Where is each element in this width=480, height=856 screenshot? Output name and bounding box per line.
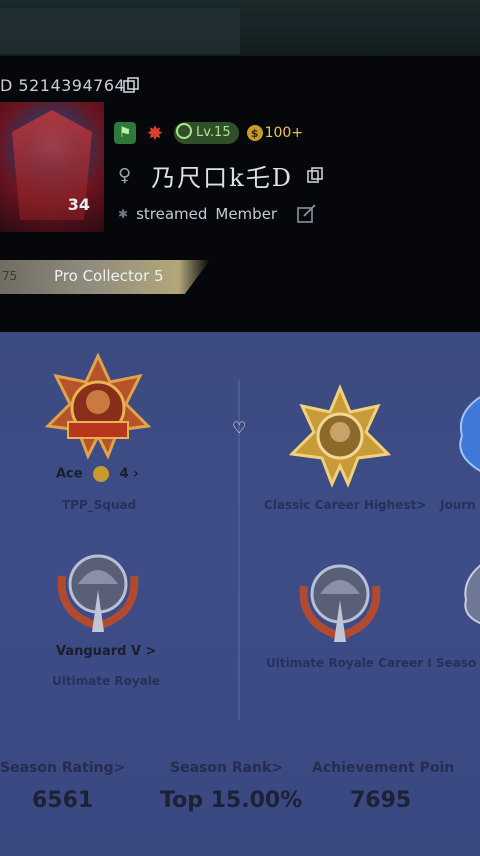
badge-row: ⚑ ✸ Lv.15 $100+	[114, 120, 303, 146]
vanguard-chevron-icon: >	[145, 644, 157, 659]
player-uid: D 5214394764	[0, 76, 126, 95]
vanguard-tier-name[interactable]: Vanguard V >	[56, 644, 156, 659]
ace-tier-name[interactable]: Ace 4 ›	[56, 466, 139, 482]
top-strip	[0, 8, 240, 54]
emblem-icon[interactable]: ✸	[144, 121, 166, 145]
collector-banner[interactable]: 75 Pro Collector 5	[0, 260, 210, 294]
ace-stars: 4	[119, 466, 129, 482]
heart-icon[interactable]: ♡	[232, 418, 246, 437]
status-text: streamed	[136, 205, 208, 223]
level-badge[interactable]: Lv.15	[174, 122, 239, 144]
vanguard-name-text: Vanguard V	[56, 644, 142, 659]
player-name: 乃尺口k乇D	[151, 163, 293, 192]
avatar[interactable]: 34	[0, 102, 104, 232]
level-icon	[176, 123, 192, 139]
ultimate-career-label[interactable]: Ultimate Royale Career I	[266, 656, 432, 670]
copy-name-icon[interactable]	[306, 166, 324, 184]
coin-counter[interactable]: $100+	[246, 125, 304, 141]
collector-number: 75	[2, 269, 18, 283]
status-icon: ✱	[118, 207, 129, 221]
ultimate-medal-icon[interactable]	[290, 546, 390, 646]
classic-medal-icon[interactable]	[288, 384, 392, 488]
name-row: ♀ 乃尺口k乇D	[118, 158, 293, 192]
vanguard-mode: Ultimate Royale	[52, 674, 161, 688]
ace-star-icon	[93, 466, 110, 482]
member-row: ✱ streamed Member	[118, 200, 317, 228]
season-label[interactable]: Seaso	[436, 656, 476, 670]
achievement-points-label[interactable]: Achievement Poin	[312, 760, 454, 776]
gender-icon: ♀	[118, 164, 132, 186]
copy-icon[interactable]	[122, 76, 140, 94]
season-medal-icon[interactable]	[458, 560, 480, 626]
collector-title: Pro Collector 5	[54, 267, 164, 285]
season-rank-label[interactable]: Season Rank>	[170, 760, 283, 776]
top-band	[0, 0, 480, 56]
edit-icon[interactable]	[295, 203, 317, 225]
journey-medal-icon[interactable]	[452, 392, 480, 476]
chevron-icon: ›	[133, 466, 139, 482]
vanguard-medal-icon[interactable]	[48, 536, 148, 636]
coin-icon: $	[246, 125, 263, 141]
flag-icon[interactable]: ⚑	[114, 122, 136, 144]
season-rank-value: Top 15.00%	[160, 788, 303, 813]
ace-mode: TPP_Squad	[62, 498, 137, 512]
season-rating-label[interactable]: Season Rating>	[0, 760, 125, 776]
ace-name-text: Ace	[56, 466, 83, 482]
coin-value: 100+	[264, 125, 304, 141]
ace-medal-icon[interactable]	[44, 352, 152, 460]
level-text: Lv.15	[196, 125, 231, 140]
journey-label[interactable]: Journ	[440, 498, 476, 512]
achievement-points-value: 7695	[350, 788, 412, 813]
season-rating-value: 6561	[32, 788, 94, 813]
role-text: Member	[215, 205, 278, 223]
classic-career-label[interactable]: Classic Career Highest>	[264, 498, 426, 512]
avatar-level: 34	[67, 195, 90, 214]
